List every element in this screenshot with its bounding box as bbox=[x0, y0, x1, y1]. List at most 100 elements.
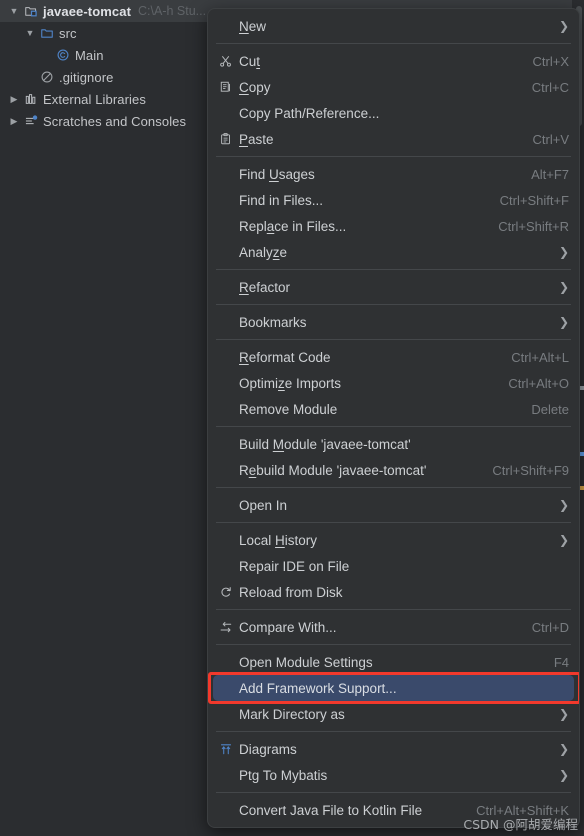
menu-item-shortcut: Ctrl+C bbox=[531, 79, 569, 95]
library-icon bbox=[22, 91, 40, 107]
chevron-right-icon[interactable]: ❯ bbox=[559, 534, 569, 546]
menu-item[interactable]: Find Usages Alt+F7 bbox=[208, 161, 579, 187]
menu-item-label: Optimize Imports bbox=[239, 375, 342, 391]
diagrams-icon bbox=[216, 741, 236, 757]
menu-item[interactable]: Optimize Imports Ctrl+Alt+O bbox=[208, 370, 579, 396]
menu-separator bbox=[216, 644, 571, 645]
menu-item[interactable]: Repair IDE on File bbox=[208, 553, 579, 579]
chevron-right-icon[interactable]: ❯ bbox=[559, 743, 569, 755]
menu-item[interactable]: Open In ❯ bbox=[208, 492, 579, 518]
scratches-icon bbox=[22, 113, 40, 129]
menu-item[interactable]: Mark Directory as ❯ bbox=[208, 701, 579, 727]
menu-separator bbox=[216, 339, 571, 340]
tree-row-label: src bbox=[59, 25, 77, 41]
module-icon bbox=[22, 3, 40, 19]
chevron-right-icon[interactable]: ❯ bbox=[559, 246, 569, 258]
menu-item-shortcut: Delete bbox=[531, 401, 569, 417]
menu-separator bbox=[216, 792, 571, 793]
menu-item[interactable]: Local History ❯ bbox=[208, 527, 579, 553]
menu-item-label: Build Module 'javaee-tomcat' bbox=[239, 436, 411, 452]
menu-item[interactable]: Reload from Disk bbox=[208, 579, 579, 605]
menu-item[interactable]: Ptg To Mybatis ❯ bbox=[208, 762, 579, 788]
tree-row-label: javaee-tomcat bbox=[43, 3, 132, 19]
menu-item-label: Convert Java File to Kotlin File bbox=[239, 802, 423, 818]
menu-separator bbox=[216, 487, 571, 488]
menu-item[interactable]: Open Module Settings F4 bbox=[208, 649, 579, 675]
menu-item[interactable]: Copy Ctrl+C bbox=[208, 74, 579, 100]
chevron-right-icon[interactable]: ▶ bbox=[6, 116, 22, 126]
menu-item[interactable]: Find in Files... Ctrl+Shift+F bbox=[208, 187, 579, 213]
chevron-down-icon[interactable]: ▼ bbox=[22, 28, 38, 38]
menu-item[interactable]: Replace in Files... Ctrl+Shift+R bbox=[208, 213, 579, 239]
menu-item-label: Open In bbox=[239, 497, 288, 513]
menu-item-label: Diagrams bbox=[239, 741, 297, 757]
menu-item-label: Analyze bbox=[239, 244, 288, 260]
menu-item[interactable]: Cut Ctrl+X bbox=[208, 48, 579, 74]
tree-row-label: Scratches and Consoles bbox=[43, 113, 187, 129]
tree-row-label: Main bbox=[75, 47, 104, 63]
menu-item[interactable]: Diagrams ❯ bbox=[208, 736, 579, 762]
menu-item-shortcut: Ctrl+Shift+F bbox=[499, 192, 569, 208]
csdn-watermark: CSDN @阿胡爱编程 bbox=[463, 817, 578, 832]
tree-row-label: .gitignore bbox=[59, 69, 114, 85]
menu-item-label: Refactor bbox=[239, 279, 291, 295]
menu-item-label: Open Module Settings bbox=[239, 654, 373, 670]
menu-item-label: Remove Module bbox=[239, 401, 338, 417]
menu-item[interactable]: Paste Ctrl+V bbox=[208, 126, 579, 152]
menu-item[interactable]: Refactor ❯ bbox=[208, 274, 579, 300]
menu-item-label: Rebuild Module 'javaee-tomcat' bbox=[239, 462, 427, 478]
menu-item-shortcut: Ctrl+Alt+O bbox=[508, 375, 569, 391]
gitignore-icon bbox=[38, 69, 56, 85]
chevron-right-icon[interactable]: ❯ bbox=[559, 20, 569, 32]
menu-item-label: Copy Path/Reference... bbox=[239, 105, 380, 121]
copy-icon bbox=[216, 79, 236, 95]
menu-item-shortcut: Alt+F7 bbox=[531, 166, 569, 182]
chevron-right-icon[interactable]: ❯ bbox=[559, 708, 569, 720]
menu-item-shortcut: Ctrl+Shift+F9 bbox=[492, 462, 569, 478]
menu-item-label: Paste bbox=[239, 131, 274, 147]
tree-row-path: C:\A-h Stu... bbox=[138, 4, 207, 18]
menu-item[interactable]: Reformat Code Ctrl+Alt+L bbox=[208, 344, 579, 370]
tree-row-label: External Libraries bbox=[43, 91, 146, 107]
chevron-right-icon[interactable]: ❯ bbox=[559, 769, 569, 781]
menu-item[interactable]: Copy Path/Reference... bbox=[208, 100, 579, 126]
chevron-right-icon[interactable]: ▶ bbox=[6, 94, 22, 104]
menu-separator bbox=[216, 731, 571, 732]
menu-item[interactable]: Compare With... Ctrl+D bbox=[208, 614, 579, 640]
class-icon bbox=[54, 47, 72, 63]
menu-item-label: Local History bbox=[239, 532, 318, 548]
menu-item-label: Add Framework Support... bbox=[239, 680, 397, 696]
chevron-right-icon[interactable]: ❯ bbox=[559, 281, 569, 293]
menu-item[interactable]: Rebuild Module 'javaee-tomcat' Ctrl+Shift… bbox=[208, 457, 579, 483]
project-context-menu[interactable]: New ❯ Cut Ctrl+X Copy Ctrl+C Copy Path/Referen… bbox=[207, 8, 580, 828]
menu-item[interactable]: Remove Module Delete bbox=[208, 396, 579, 422]
menu-item-label: Find in Files... bbox=[239, 192, 324, 208]
menu-separator bbox=[216, 156, 571, 157]
chevron-right-icon[interactable]: ❯ bbox=[559, 499, 569, 511]
menu-separator bbox=[216, 43, 571, 44]
menu-item-label: Find Usages bbox=[239, 166, 315, 182]
reload-icon bbox=[216, 584, 236, 600]
menu-item[interactable]: Add Framework Support... bbox=[213, 675, 574, 701]
menu-separator bbox=[216, 426, 571, 427]
menu-separator bbox=[216, 609, 571, 610]
chevron-down-icon[interactable]: ▼ bbox=[6, 6, 22, 16]
chevron-right-icon[interactable]: ❯ bbox=[559, 316, 569, 328]
menu-item-label: Ptg To Mybatis bbox=[239, 767, 328, 783]
cut-icon bbox=[216, 53, 236, 69]
menu-item[interactable]: Analyze ❯ bbox=[208, 239, 579, 265]
menu-item-label: Cut bbox=[239, 53, 261, 69]
menu-item-label: Reload from Disk bbox=[239, 584, 343, 600]
menu-item-label: Bookmarks bbox=[239, 314, 307, 330]
menu-item-shortcut: Ctrl+Shift+R bbox=[498, 218, 569, 234]
menu-separator bbox=[216, 269, 571, 270]
menu-item-shortcut: Ctrl+X bbox=[532, 53, 569, 69]
menu-item-shortcut: Ctrl+V bbox=[532, 131, 569, 147]
menu-item-shortcut: Ctrl+Alt+L bbox=[511, 349, 569, 365]
menu-item[interactable]: Build Module 'javaee-tomcat' bbox=[208, 431, 579, 457]
menu-item-label: Replace in Files... bbox=[239, 218, 347, 234]
menu-item[interactable]: Bookmarks ❯ bbox=[208, 309, 579, 335]
ide-project-view: ▼ javaee-tomcat C:\A-h Stu... ▼ src Main .giti… bbox=[0, 0, 584, 836]
menu-item[interactable]: New ❯ bbox=[208, 13, 579, 39]
menu-item-label: Mark Directory as bbox=[239, 706, 345, 722]
